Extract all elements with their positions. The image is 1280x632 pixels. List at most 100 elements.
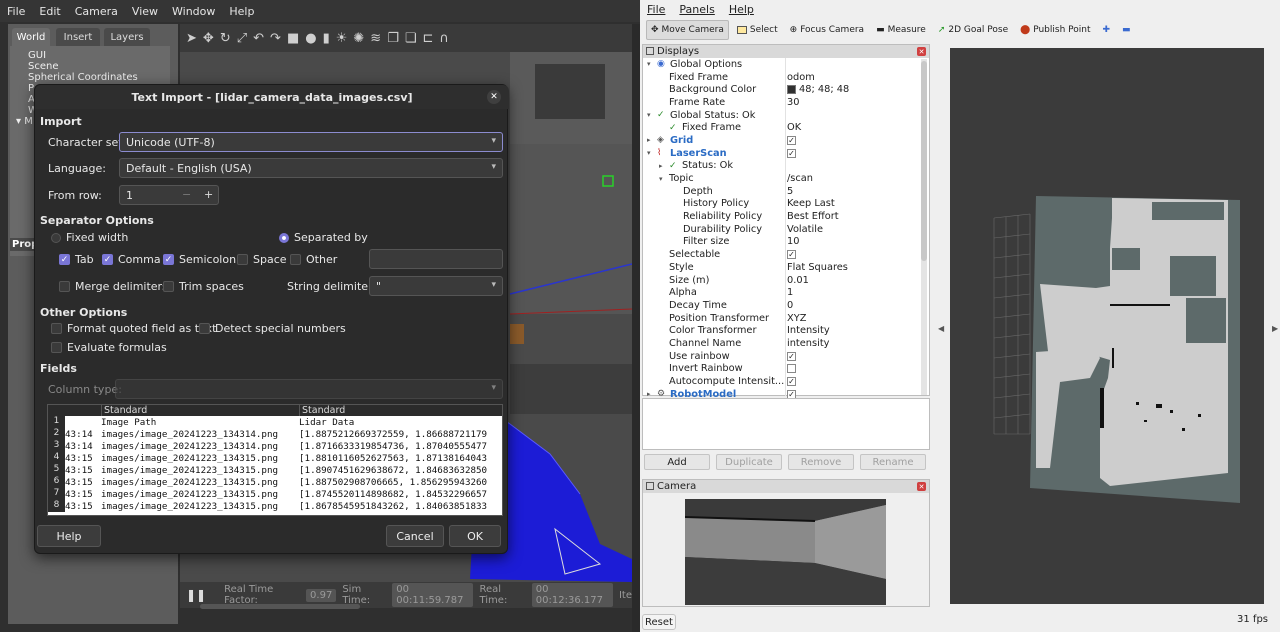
property-value[interactable]: intensity: [787, 338, 829, 349]
menu-camera[interactable]: Camera: [68, 5, 125, 18]
fixed-width-radio[interactable]: Fixed width: [51, 231, 128, 244]
grid-col-header[interactable]: Standard: [101, 405, 299, 416]
merge-delimiters-checkbox[interactable]: Merge delimiters: [59, 280, 168, 293]
property-row[interactable]: Frame Rate 30: [643, 96, 929, 109]
property-value[interactable]: 30: [787, 97, 799, 108]
reset-button[interactable]: Reset: [642, 614, 676, 630]
property-row[interactable]: ▸ ◈ Grid ✓: [643, 134, 929, 147]
box-icon[interactable]: ■: [287, 31, 299, 46]
cylinder-icon[interactable]: ▮: [323, 31, 330, 46]
property-row[interactable]: Selectable ✓: [643, 248, 929, 261]
collapse-left-icon[interactable]: ◀: [938, 324, 944, 333]
expand-icon[interactable]: ▾: [647, 111, 651, 119]
checkbox-checked-icon[interactable]: ✓: [787, 148, 796, 158]
string-delimiter-select[interactable]: " ▾: [369, 276, 503, 296]
property-value[interactable]: Flat Squares: [787, 262, 848, 273]
minus-icon[interactable]: −: [182, 188, 191, 201]
grid-col-header[interactable]: Standard: [299, 405, 345, 416]
property-row[interactable]: ▸ ✓ Status: Ok: [643, 160, 929, 173]
comma-checkbox[interactable]: ✓ Comma: [102, 253, 161, 266]
property-row[interactable]: Alpha 1: [643, 286, 929, 299]
pause-icon[interactable]: ❚❚: [186, 588, 206, 602]
move-camera-tool[interactable]: ✥ Move Camera: [646, 20, 729, 40]
snap-icon[interactable]: ∩: [439, 31, 449, 46]
property-row[interactable]: Style Flat Squares: [643, 261, 929, 274]
rotate-icon[interactable]: ↻: [220, 31, 231, 46]
menu-file[interactable]: File: [640, 3, 672, 16]
property-value[interactable]: Best Effort: [787, 211, 839, 222]
tree-item-gui[interactable]: GUI: [28, 50, 46, 61]
trim-spaces-checkbox[interactable]: Trim spaces: [163, 280, 244, 293]
collapse-right-icon[interactable]: ▶: [1272, 324, 1278, 333]
property-value[interactable]: ✓: [787, 351, 796, 361]
format-quoted-checkbox[interactable]: Format quoted field as text: [51, 322, 216, 335]
property-value[interactable]: 48; 48; 48: [787, 84, 849, 95]
menu-view[interactable]: View: [125, 5, 165, 18]
add-tool-button[interactable]: ✚: [1098, 20, 1114, 40]
semicolon-checkbox[interactable]: ✓ Semicolon: [163, 253, 236, 266]
remove-button[interactable]: Remove: [788, 454, 854, 470]
tree-item-scene[interactable]: Scene: [28, 61, 59, 72]
property-row[interactable]: ▾ ◉ Global Options: [643, 58, 929, 71]
property-row[interactable]: History Policy Keep Last: [643, 198, 929, 211]
close-icon[interactable]: ✕: [487, 90, 501, 104]
horizontal-scrollbar[interactable]: [200, 604, 360, 609]
property-value[interactable]: 5: [787, 186, 793, 197]
cancel-button[interactable]: Cancel: [386, 525, 444, 547]
sun-icon[interactable]: ☀: [336, 31, 348, 46]
property-row[interactable]: ▾ Topic/scan: [643, 172, 929, 185]
property-value[interactable]: 0: [787, 300, 793, 311]
collapse-icon[interactable]: ▸: [647, 136, 651, 144]
language-select[interactable]: Default - English (USA) ▾: [119, 158, 503, 178]
publish-point-tool[interactable]: ⬤ Publish Point: [1016, 20, 1094, 40]
property-value[interactable]: /scan: [787, 173, 813, 184]
goal-pose-tool[interactable]: ➚ 2D Goal Pose: [934, 20, 1012, 40]
menu-file[interactable]: File: [0, 5, 32, 18]
property-row[interactable]: Durability Policy Volatile: [643, 223, 929, 236]
dirlight-icon[interactable]: ≋: [370, 31, 381, 46]
remove-tool-button[interactable]: ▬: [1118, 20, 1135, 40]
evaluate-formulas-checkbox[interactable]: Evaluate formulas: [51, 341, 167, 354]
property-value[interactable]: XYZ: [787, 313, 806, 324]
property-row[interactable]: Reliability Policy Best Effort: [643, 210, 929, 223]
property-value[interactable]: Volatile: [787, 224, 823, 235]
close-icon[interactable]: ✕: [917, 482, 926, 491]
add-button[interactable]: Add: [644, 454, 710, 470]
property-value[interactable]: ✓: [787, 148, 796, 158]
property-value[interactable]: odom: [787, 72, 815, 83]
tab-insert[interactable]: Insert: [56, 28, 100, 46]
tab-layers[interactable]: Layers: [104, 28, 150, 46]
pane-splitter[interactable]: [632, 24, 640, 632]
tab-checkbox[interactable]: ✓ Tab: [59, 253, 94, 266]
vertical-scrollbar[interactable]: [921, 59, 927, 395]
focus-camera-tool[interactable]: ⊕ Focus Camera: [786, 20, 868, 40]
select-arrow-icon[interactable]: ➤: [186, 31, 197, 46]
column-type-select[interactable]: ▾: [115, 379, 503, 399]
duplicate-button[interactable]: Duplicate: [716, 454, 782, 470]
scale-icon[interactable]: ⤢: [237, 31, 247, 46]
property-row[interactable]: Channel Name intensity: [643, 337, 929, 350]
property-row[interactable]: ✓ Fixed Frame OK: [643, 121, 929, 134]
property-row[interactable]: ▾ ⌇ LaserScan ✓: [643, 147, 929, 160]
rename-button[interactable]: Rename: [860, 454, 926, 470]
expand-icon[interactable]: ▾: [647, 149, 651, 157]
undo-icon[interactable]: ↶: [253, 31, 264, 46]
spotlight-icon[interactable]: ✺: [353, 31, 364, 46]
property-value[interactable]: Intensity: [787, 325, 830, 336]
tree-item-spherical[interactable]: Spherical Coordinates: [28, 72, 138, 83]
property-value[interactable]: 0.01: [787, 275, 809, 286]
property-value[interactable]: 10: [787, 236, 799, 247]
checkbox-icon[interactable]: [787, 364, 796, 374]
property-value[interactable]: [787, 364, 796, 374]
property-row[interactable]: ▾ ✓ Global Status: Ok: [643, 109, 929, 122]
checkbox-checked-icon[interactable]: ✓: [787, 135, 796, 145]
separated-by-radio[interactable]: Separated by: [279, 231, 368, 244]
property-row[interactable]: Depth 5: [643, 185, 929, 198]
checkbox-checked-icon[interactable]: ✓: [787, 250, 796, 260]
property-row[interactable]: Use rainbow ✓: [643, 350, 929, 363]
property-row[interactable]: Decay Time 0: [643, 299, 929, 312]
property-row[interactable]: Filter size 10: [643, 236, 929, 249]
property-row[interactable]: Size (m) 0.01: [643, 274, 929, 287]
property-tree[interactable]: ▾ ◉ Global Options Fixed Frame odom Backgroun…: [643, 58, 929, 401]
property-value[interactable]: ✓: [787, 250, 796, 260]
